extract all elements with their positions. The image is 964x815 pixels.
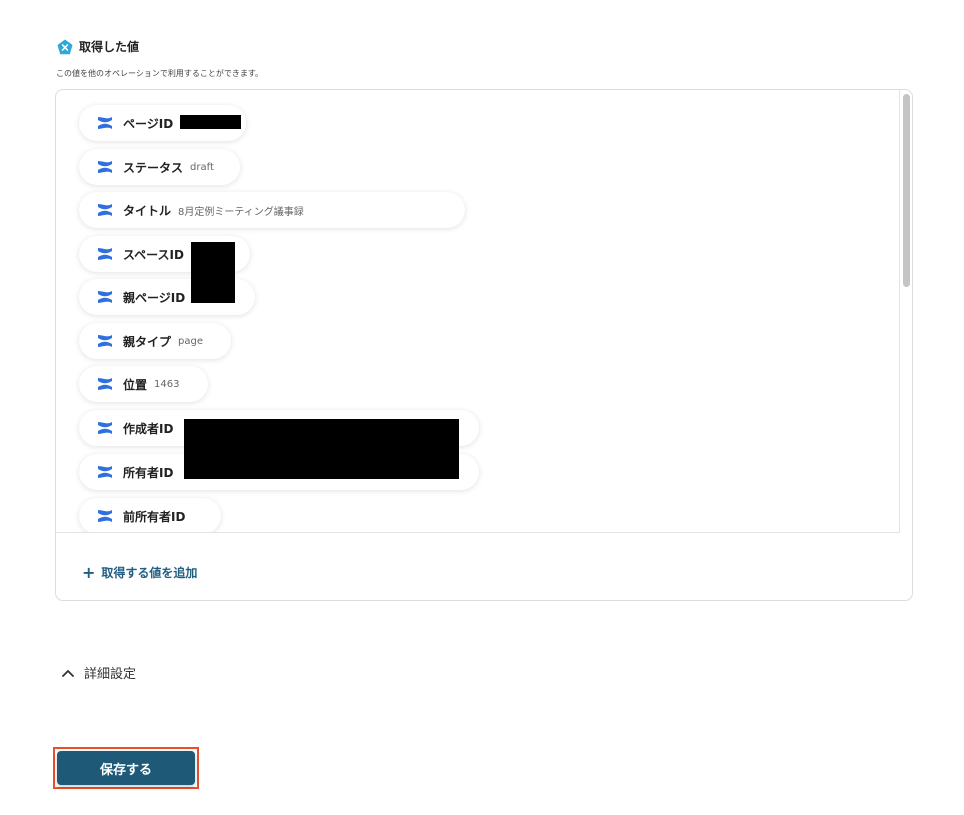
add-value-label: 取得する値を追加 [101,566,198,580]
confluence-icon [98,291,112,303]
field-chip-parent-type[interactable]: 親タイプ page [79,323,231,359]
redaction-block [180,115,241,129]
pentagon-x-icon [57,39,73,54]
fields-list: ページID ステータス draft タイトル 8月定例ミーティング議事録 スペー… [56,90,900,533]
field-label: 作成者ID [123,421,174,436]
section-title: 取得した値 [79,40,140,54]
field-label: 所有者ID [123,465,174,480]
field-value: 1463 [154,378,180,390]
field-chip-previous-owner-id[interactable]: 前所有者ID [79,498,221,532]
fetched-values-panel: ページID ステータス draft タイトル 8月定例ミーティング議事録 スペー… [55,89,913,601]
add-value-button[interactable]: + 取得する値を追加 [82,564,197,581]
section-header: 取得した値 [57,38,139,55]
field-chip-position[interactable]: 位置 1463 [79,366,208,402]
list-scrollbar[interactable] [901,92,912,532]
field-label: ページID [123,116,174,131]
section-description: この値を他のオペレーションで利用することができます。 [56,69,264,78]
chevron-up-icon [62,669,74,677]
field-label: タイトル [123,203,172,218]
plus-icon: + [82,562,96,582]
field-label: 前所有者ID [123,509,186,524]
save-button[interactable]: 保存する [57,751,195,785]
field-label: スペースID [123,247,184,262]
field-label: 親ページID [123,290,186,305]
field-value: 8月定例ミーティング議事録 [178,206,304,218]
confluence-icon [98,117,112,129]
redaction-block [184,419,459,479]
confluence-icon [98,248,112,260]
confluence-icon [98,510,112,522]
confluence-icon [98,335,112,347]
advanced-settings-label: 詳細設定 [84,667,137,682]
scrollbar-thumb[interactable] [903,94,910,287]
redaction-block [191,242,235,303]
confluence-icon [98,378,112,390]
field-chip-title[interactable]: タイトル 8月定例ミーティング議事録 [79,192,465,228]
confluence-icon [98,204,112,216]
field-value: draft [190,161,214,173]
confluence-icon [98,161,112,173]
field-value: page [178,335,203,347]
confluence-icon [98,466,112,478]
field-chip-status[interactable]: ステータス draft [79,149,240,185]
field-label: 位置 [123,377,148,392]
field-label: ステータス [123,160,184,175]
field-label: 親タイプ [123,334,172,349]
confluence-icon [98,422,112,434]
advanced-settings-toggle[interactable]: 詳細設定 [62,663,136,682]
